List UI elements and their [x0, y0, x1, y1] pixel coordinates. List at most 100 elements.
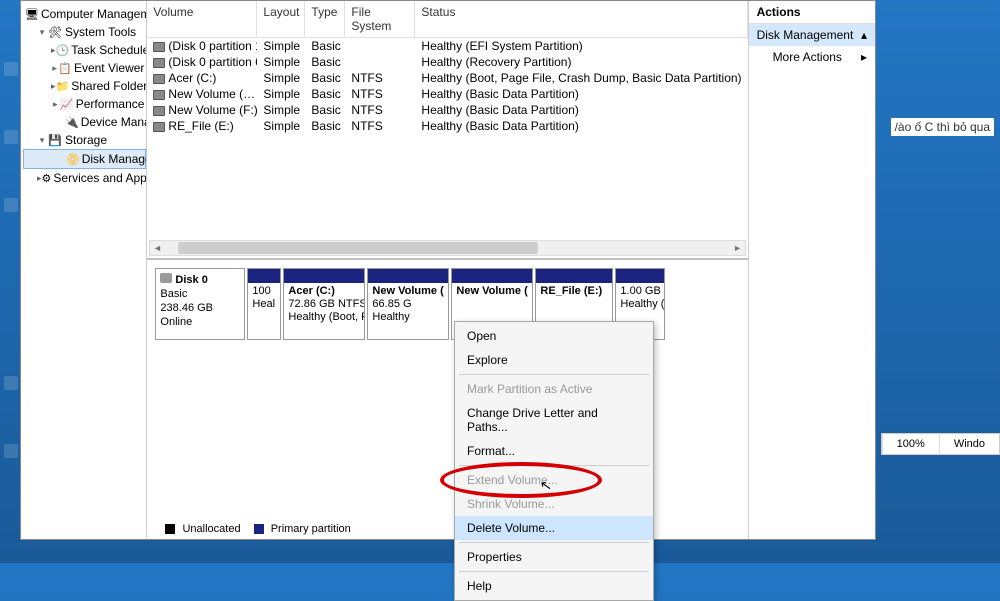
- volume-list[interactable]: Volume Layout Type File System Status (D…: [147, 1, 747, 258]
- expand-icon[interactable]: ▾: [37, 27, 47, 38]
- services-icon: ⚙: [42, 170, 52, 186]
- legend-swatch-primary: [254, 524, 264, 534]
- collapse-icon: ▴: [861, 28, 867, 42]
- horizontal-scrollbar[interactable]: ◄ ►: [149, 240, 745, 256]
- tree-storage[interactable]: ▾ 💾 Storage: [23, 131, 146, 149]
- tree-label: Storage: [65, 133, 107, 147]
- tree-event-viewer[interactable]: ▸ 📋 Event Viewer: [23, 59, 146, 77]
- partition-header-bar: [536, 269, 612, 283]
- actions-pane: Actions Disk Management ▴ More Actions ▸: [749, 1, 875, 539]
- disk-type: Basic: [160, 287, 240, 301]
- volume-icon: [153, 58, 165, 68]
- disk-state: Online: [160, 315, 240, 329]
- tree-disk-management[interactable]: 📀 Disk Management: [23, 149, 146, 169]
- content-area: Volume Layout Type File System Status (D…: [147, 1, 748, 539]
- tree-label: Device Manager: [81, 115, 148, 129]
- ctx-change-letter[interactable]: Change Drive Letter and Paths...: [455, 401, 653, 439]
- zoom-level: 100%: [882, 434, 939, 454]
- partition-header-bar: [616, 269, 664, 283]
- disk-graphical-view[interactable]: Disk 0 Basic 238.46 GB Online 100HealAce…: [147, 258, 747, 539]
- status-bar: 100% Windo: [881, 433, 1000, 455]
- ctx-delete-volume[interactable]: Delete Volume...: [455, 516, 653, 540]
- clock-icon: 🕒: [56, 42, 70, 58]
- volume-icon: [153, 106, 165, 116]
- tree-label: Disk Management: [82, 152, 148, 166]
- expand-icon[interactable]: ▸: [51, 99, 60, 110]
- actions-disk-management[interactable]: Disk Management ▴: [749, 24, 875, 46]
- col-layout[interactable]: Layout: [257, 1, 305, 37]
- volume-row[interactable]: RE_File (E:)SimpleBasicNTFSHealthy (Basi…: [147, 118, 747, 134]
- ctx-explore[interactable]: Explore: [455, 348, 653, 372]
- actions-item-label: Disk Management: [757, 28, 854, 42]
- ctx-shrink: Shrink Volume...: [455, 492, 653, 516]
- tree-system-tools[interactable]: ▾ 🛠 System Tools: [23, 23, 146, 41]
- tree-label: System Tools: [65, 25, 136, 39]
- partition-header-bar: [284, 269, 364, 283]
- expand-icon[interactable]: ▾: [37, 135, 47, 146]
- computer-management-window: 🖥 Computer Management (Local) ▾ 🛠 System…: [20, 0, 876, 540]
- partition[interactable]: New Volume (66.85 GHealthy: [367, 268, 449, 340]
- disk-size: 238.46 GB: [160, 301, 240, 315]
- submenu-icon: ▸: [861, 50, 867, 64]
- col-volume[interactable]: Volume: [147, 1, 257, 37]
- ctx-open[interactable]: Open: [455, 324, 653, 348]
- actions-header: Actions: [749, 1, 875, 24]
- app-hint: Windo: [939, 434, 999, 454]
- ctx-extend: Extend Volume...: [455, 468, 653, 492]
- tree-performance[interactable]: ▸ 📈 Performance: [23, 95, 146, 113]
- scroll-right-icon[interactable]: ►: [731, 243, 745, 253]
- volume-icon: [153, 42, 165, 52]
- disk-icon: [160, 273, 172, 283]
- scroll-left-icon[interactable]: ◄: [150, 243, 164, 253]
- partition[interactable]: 100Heal: [247, 268, 281, 340]
- volume-row[interactable]: Acer (C:)SimpleBasicNTFSHealthy (Boot, P…: [147, 70, 747, 86]
- folder-icon: 📁: [56, 78, 70, 94]
- disk-title: Disk 0: [175, 274, 207, 286]
- partition-header-bar: [452, 269, 532, 283]
- scroll-thumb[interactable]: [178, 242, 538, 254]
- partition-header-bar: [248, 269, 280, 283]
- legend-unallocated: Unallocated: [182, 523, 240, 535]
- tree-label: Shared Folders: [71, 79, 147, 93]
- volume-icon: [153, 74, 165, 84]
- tree-root[interactable]: 🖥 Computer Management (Local): [23, 5, 146, 23]
- tree-label: Performance: [76, 97, 145, 111]
- tree-label: Task Scheduler: [71, 43, 147, 57]
- ctx-help[interactable]: Help: [455, 574, 653, 598]
- device-icon: 🔌: [65, 114, 79, 130]
- expand-icon[interactable]: ▸: [51, 63, 58, 74]
- tools-icon: 🛠: [47, 24, 63, 40]
- partition-header-bar: [368, 269, 448, 283]
- background-text: /ào ố C thì bỏ qua: [891, 118, 994, 136]
- tree-label: Event Viewer: [74, 61, 144, 75]
- volume-icon: [153, 122, 165, 132]
- context-menu[interactable]: Open Explore Mark Partition as Active Ch…: [454, 321, 654, 601]
- perf-icon: 📈: [60, 96, 74, 112]
- ctx-properties[interactable]: Properties: [455, 545, 653, 569]
- volume-list-header[interactable]: Volume Layout Type File System Status: [147, 1, 747, 38]
- tree-shared-folders[interactable]: ▸ 📁 Shared Folders: [23, 77, 146, 95]
- computer-icon: 🖥: [25, 6, 39, 22]
- tree-services-apps[interactable]: ▸ ⚙ Services and Applications: [23, 169, 146, 187]
- actions-more[interactable]: More Actions ▸: [749, 46, 875, 68]
- actions-item-label: More Actions: [773, 50, 842, 64]
- tree-device-manager[interactable]: 🔌 Device Manager: [23, 113, 146, 131]
- partition[interactable]: Acer (C:)72.86 GB NTFSHealthy (Boot, P: [283, 268, 365, 340]
- ctx-format[interactable]: Format...: [455, 439, 653, 463]
- ctx-mark-active: Mark Partition as Active: [455, 377, 653, 401]
- legend: Unallocated Primary partition: [155, 523, 350, 535]
- volume-row[interactable]: New Volume (F:)SimpleBasicNTFSHealthy (B…: [147, 102, 747, 118]
- volume-row[interactable]: New Volume (…SimpleBasicNTFSHealthy (Bas…: [147, 86, 747, 102]
- navigation-tree[interactable]: 🖥 Computer Management (Local) ▾ 🛠 System…: [21, 1, 147, 539]
- tree-task-scheduler[interactable]: ▸ 🕒 Task Scheduler: [23, 41, 146, 59]
- col-type[interactable]: Type: [305, 1, 345, 37]
- col-status[interactable]: Status: [415, 1, 747, 37]
- legend-primary: Primary partition: [271, 523, 351, 535]
- volume-row[interactable]: (Disk 0 partition 6)SimpleBasicHealthy (…: [147, 54, 747, 70]
- disk-info-panel[interactable]: Disk 0 Basic 238.46 GB Online: [155, 268, 245, 340]
- storage-icon: 💾: [47, 132, 63, 148]
- tree-label: Services and Applications: [53, 171, 147, 185]
- col-filesystem[interactable]: File System: [345, 1, 415, 37]
- volume-row[interactable]: (Disk 0 partition 1)SimpleBasicHealthy (…: [147, 38, 747, 54]
- event-icon: 📋: [58, 60, 72, 76]
